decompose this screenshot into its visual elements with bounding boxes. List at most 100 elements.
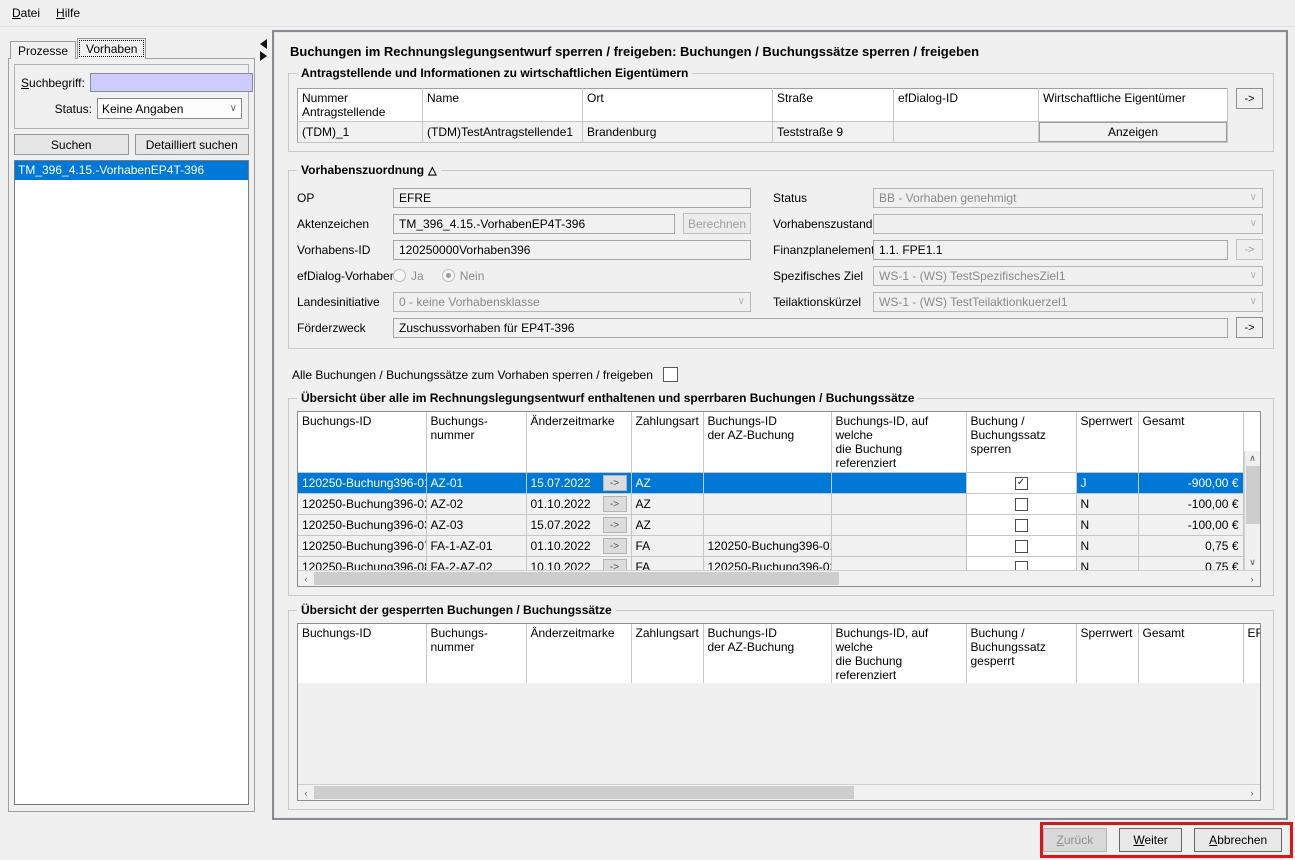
spezifisches-ziel-dropdown: WS-1 - (WS) TestSpezifischesZiel1∨ — [873, 266, 1263, 286]
menu-bar: Datei Hilfe — [0, 0, 1295, 27]
collapse-triangle-icon[interactable]: △ — [428, 164, 436, 177]
chevron-down-icon: ∨ — [230, 104, 237, 114]
status-dropdown[interactable]: Keine Angaben ∨ — [97, 98, 242, 119]
bookings-table: Buchungs-ID Buchungs- nummer Änderzeitma… — [298, 412, 1244, 587]
collapse-left-icon[interactable] — [260, 39, 267, 49]
lock-all-label: Alle Buchungen / Buchungssätze zum Vorha… — [292, 368, 653, 382]
applicants-groupbox: Antragstellende und Informationen zu wir… — [288, 73, 1274, 152]
vorhabenszustand-label: Vorhabenszustand — [773, 217, 873, 231]
scroll-right-icon[interactable]: › — [1244, 785, 1260, 800]
booking-row[interactable]: 120250-Buchung396-02 AZ-02 01.10.2022-> … — [298, 494, 1243, 515]
lock-all-checkbox[interactable] — [663, 367, 678, 382]
booking-row[interactable]: 120250-Buchung396-03 AZ-03 15.07.2022-> … — [298, 515, 1243, 536]
finanzplanelement-label: Finanzplanelement — [773, 243, 873, 257]
footer-highlight-box: Zurück Weiter Abbrechen — [1040, 822, 1293, 858]
scroll-up-icon[interactable]: ∧ — [1245, 451, 1261, 466]
op-field[interactable]: EFRE — [393, 188, 751, 208]
vertical-scrollbar[interactable]: ∧ ∨ — [1244, 451, 1261, 570]
col-efdialog-id: efDialog-ID — [894, 89, 1039, 122]
applicant-row[interactable]: (TDM)_1 (TDM)TestAntragstellende1 Brande… — [298, 122, 1228, 143]
abbrechen-button[interactable]: Abbrechen — [1194, 828, 1282, 852]
foerderzweck-label: Förderzweck — [297, 321, 393, 335]
sperren-checkbox[interactable] — [1015, 540, 1028, 553]
col-efre-clipped: EFR — [1243, 624, 1261, 685]
col-buchungs-id: Buchungs-ID — [298, 624, 426, 685]
foerderzweck-arrow-button[interactable]: -> — [1236, 317, 1263, 338]
sperren-checkbox[interactable]: ✓ — [1015, 477, 1028, 490]
anzeigen-button[interactable]: Anzeigen — [1039, 122, 1227, 142]
sperren-checkbox[interactable] — [1015, 498, 1028, 511]
result-list: TM_396_4.15.-VorhabenEP4T-396 — [14, 160, 249, 805]
date-arrow-button[interactable]: -> — [603, 517, 627, 533]
sperren-checkbox[interactable] — [1015, 519, 1028, 532]
main-panel: Buchungen im Rechnungslegungsentwurf spe… — [272, 30, 1288, 820]
tab-prozesse[interactable]: Prozesse — [10, 41, 76, 59]
applicants-table: Nummer Antragstellende Name Ort Straße e… — [297, 88, 1228, 143]
cell-efdialog-id — [894, 122, 1039, 143]
panel-splitter[interactable] — [260, 39, 267, 61]
cell-name: (TDM)TestAntragstellende1 — [423, 122, 583, 143]
aktenzeichen-field[interactable]: TM_396_4.15.-VorhabenEP4T-396 — [393, 214, 675, 234]
horizontal-scroll-thumb[interactable] — [314, 786, 854, 799]
col-sperren: Buchung / Buchungssatz sperren — [966, 412, 1076, 473]
horizontal-scrollbar[interactable]: ‹ › — [298, 570, 1260, 586]
cell-nummer: (TDM)_1 — [298, 122, 423, 143]
locked-bookings-groupbox: Übersicht der gesperrten Buchungen / Buc… — [288, 610, 1274, 810]
date-arrow-button[interactable]: -> — [603, 538, 627, 554]
scroll-left-icon[interactable]: ‹ — [298, 571, 314, 586]
tab-vorhaben[interactable]: Vorhaben — [77, 38, 146, 59]
suchen-button[interactable]: Suchen — [14, 134, 129, 155]
scroll-right-icon[interactable]: › — [1244, 571, 1260, 586]
search-input[interactable] — [90, 73, 253, 92]
chevron-down-icon: ∨ — [1250, 270, 1257, 281]
vertical-scroll-thumb[interactable] — [1246, 466, 1260, 524]
teilaktionskuerzel-label: Teilaktionskürzel — [773, 295, 873, 309]
col-buchungsnummer: Buchungs- nummer — [426, 624, 526, 685]
col-referenziert: Buchungs-ID, auf welche die Buchung refe… — [831, 624, 966, 685]
menu-datei[interactable]: Datei — [4, 2, 48, 24]
horizontal-scrollbar[interactable]: ‹ › — [298, 784, 1260, 800]
detailliert-suchen-button[interactable]: Detailliert suchen — [135, 134, 250, 155]
col-ort: Ort — [583, 89, 773, 122]
applicants-arrow-button[interactable]: -> — [1236, 88, 1263, 109]
radio-ja-circle — [393, 269, 406, 282]
col-wirtschaftliche-eigentuemer: Wirtschaftliche Eigentümer — [1039, 89, 1228, 122]
col-aenderzeitmarke: Änderzeitmarke — [526, 412, 631, 473]
finanzplanelement-field[interactable]: 1.1. FPE1.1 — [873, 240, 1228, 260]
chevron-down-icon: ∨ — [1250, 192, 1257, 203]
vorhaben-groupbox: Vorhabenszuordnung △ OP EFRE Status BB -… — [288, 170, 1274, 349]
chevron-down-icon: ∨ — [1250, 218, 1257, 229]
locked-bookings-title: Übersicht der gesperrten Buchungen / Buc… — [301, 603, 612, 617]
finanzplanelement-arrow-button: -> — [1236, 239, 1263, 260]
scroll-left-icon[interactable]: ‹ — [298, 785, 314, 800]
berechnen-button: Berechnen — [683, 213, 751, 234]
booking-row[interactable]: 120250-Buchung396-07 FA-1-AZ-01 01.10.20… — [298, 536, 1243, 557]
vorhabens-id-field[interactable]: 120250000Vorhaben396 — [393, 240, 751, 260]
col-name: Name — [423, 89, 583, 122]
chevron-down-icon: ∨ — [738, 296, 745, 307]
booking-row[interactable]: 120250-Buchung396-01 AZ-01 15.07.2022-> … — [298, 473, 1243, 494]
col-az-buchung: Buchungs-ID der AZ-Buchung — [703, 624, 831, 685]
collapse-right-icon[interactable] — [260, 51, 267, 61]
search-label: Suchbegriff: — [21, 76, 90, 90]
date-arrow-button[interactable]: -> — [603, 496, 627, 512]
col-sperrwert: Sperrwert — [1076, 412, 1138, 473]
radio-nein-circle — [442, 269, 455, 282]
col-gesperrt: Buchung / Buchungssatz gesperrt — [966, 624, 1076, 685]
weiter-button[interactable]: Weiter — [1119, 828, 1183, 852]
radio-ja: Ja — [393, 269, 424, 283]
efdialog-vorhaben-label: efDialog-Vorhaben — [297, 269, 393, 283]
col-gesamt: Gesamt — [1138, 624, 1243, 685]
horizontal-scroll-thumb[interactable] — [314, 572, 839, 585]
list-item-selected[interactable]: TM_396_4.15.-VorhabenEP4T-396 — [15, 161, 248, 180]
menu-hilfe[interactable]: Hilfe — [48, 2, 88, 24]
date-arrow-button[interactable]: -> — [603, 475, 627, 491]
col-referenziert: Buchungs-ID, auf welche die Buchung refe… — [831, 412, 966, 473]
scroll-down-icon[interactable]: ∨ — [1245, 555, 1261, 570]
col-zahlungsart: Zahlungsart — [631, 412, 703, 473]
col-buchungsnummer: Buchungs- nummer — [426, 412, 526, 473]
op-label: OP — [297, 191, 393, 205]
zurueck-button: Zurück — [1043, 828, 1107, 852]
foerderzweck-field[interactable]: Zuschussvorhaben für EP4T-396 — [393, 318, 1228, 338]
vorhabens-id-label: Vorhabens-ID — [297, 243, 393, 257]
